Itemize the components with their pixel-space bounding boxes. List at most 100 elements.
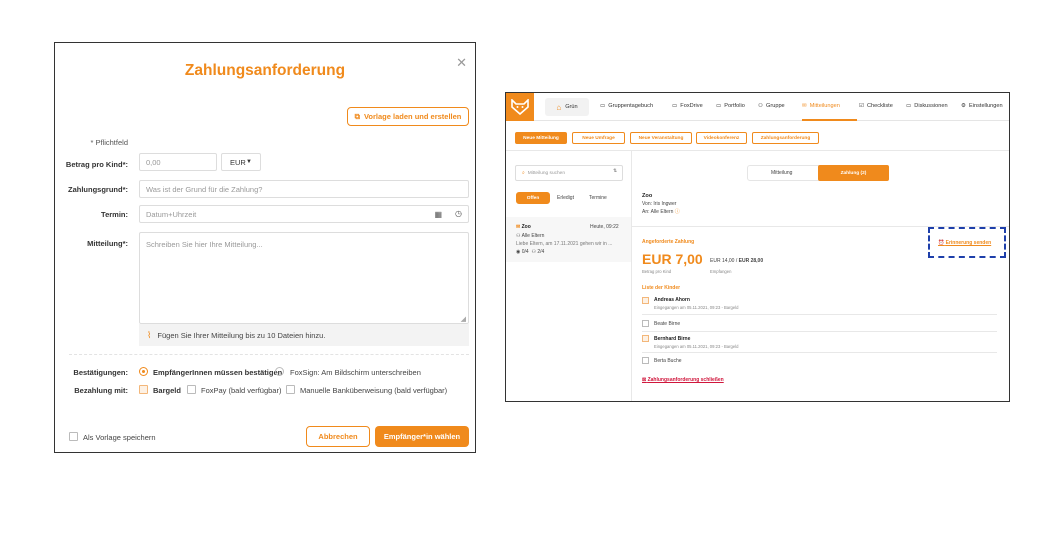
eye-icon: ◉ bbox=[516, 249, 521, 255]
nav-item-settings[interactable]: ⚙ Einstellungen bbox=[961, 103, 1003, 109]
payment-request-button[interactable]: Zahlungsanforderung bbox=[752, 132, 819, 144]
received-total: EUR 14,00 / EUR 28,00 bbox=[710, 258, 764, 264]
required-note: * Pflichtfeld bbox=[90, 138, 128, 147]
payment-method-label: Bezahlung mit: bbox=[74, 386, 128, 395]
divider bbox=[506, 150, 1009, 151]
list-item-title: ✉ Zoo bbox=[516, 224, 531, 230]
reason-label: Zahlungsgrund*: bbox=[68, 185, 128, 194]
video-conference-button[interactable]: Videokonferenz bbox=[696, 132, 747, 144]
home-icon: ⌂ bbox=[556, 102, 562, 112]
child-checkbox[interactable] bbox=[642, 335, 649, 342]
filter-icon[interactable]: ⇅ bbox=[613, 169, 617, 174]
confirm-recipients-radio[interactable] bbox=[139, 367, 148, 376]
child-sub: Eingegangen am 05.11.2021, 09:23 - Barge… bbox=[654, 344, 739, 349]
list-item-preview: Liebe Eltern, am 17.11.2021 gehen wir in… bbox=[516, 241, 613, 247]
nav-item-messages[interactable]: ✉ Mitteilungen bbox=[802, 103, 840, 109]
nav-item-diary[interactable]: ▭ Gruppentagebuch bbox=[600, 103, 653, 109]
message-search-input[interactable]: ⌕ Mitteilung suchen ⇅ bbox=[515, 165, 623, 181]
child-name: Andreas Ahorn bbox=[654, 297, 690, 303]
amount-label: Betrag pro Kind*: bbox=[65, 160, 128, 169]
load-template-button[interactable]: ⧉ Vorlage laden und erstellen bbox=[347, 107, 469, 126]
child-sub: Eingegangen am 05.11.2021, 09:23 - Barge… bbox=[654, 305, 739, 310]
nav-item-discussions[interactable]: ▭ Diskussionen bbox=[906, 103, 948, 109]
active-tab-indicator bbox=[802, 119, 857, 121]
date-input[interactable]: Datum+Uhrzeit ▦ ◷ bbox=[139, 205, 469, 223]
nav-item-group[interactable]: ⚇ Gruppe bbox=[758, 103, 785, 109]
close-box-icon: ⊠ bbox=[642, 377, 647, 383]
clock-icon[interactable]: ◷ bbox=[455, 209, 462, 218]
calendar-icon[interactable]: ▦ bbox=[434, 210, 442, 219]
bank-transfer-checkbox[interactable] bbox=[286, 385, 295, 394]
cash-checkbox[interactable] bbox=[139, 385, 148, 394]
payment-request-dialog: Zahlungsanforderung ✕ ⧉ Vorlage laden un… bbox=[54, 42, 476, 453]
amount-sub: Betrag pro Kind bbox=[642, 269, 672, 274]
resize-handle-icon[interactable]: ◢ bbox=[461, 315, 466, 323]
message-textarea[interactable]: Schreiben Sie hier Ihre Mitteilung... ◢ bbox=[139, 232, 469, 324]
chat-icon: ▭ bbox=[906, 103, 912, 109]
envelope-icon: ✉ bbox=[516, 224, 521, 230]
detail-to: An: Alle Eltern ⓘ bbox=[642, 209, 680, 215]
filter-open-tab[interactable]: Offen bbox=[516, 192, 550, 204]
foxsign-radio[interactable] bbox=[275, 367, 284, 376]
toggle-message[interactable]: Mitteilung bbox=[771, 170, 792, 176]
divider bbox=[642, 331, 997, 332]
filter-done-tab[interactable]: Erledigt bbox=[557, 195, 574, 201]
alarm-clock-icon: ⏰ bbox=[938, 240, 945, 246]
close-icon[interactable]: ✕ bbox=[456, 55, 467, 71]
child-checkbox[interactable] bbox=[642, 357, 649, 364]
children-heading: Liste der Kinder bbox=[642, 285, 681, 291]
choose-recipient-button[interactable]: Empfänger*in wählen bbox=[375, 426, 469, 447]
paperclip-icon: ⌇ bbox=[147, 329, 152, 340]
user-check-icon: ⚇ bbox=[531, 249, 536, 255]
list-item-stats: ◉ 0/4 ⚇ 2/4 bbox=[516, 249, 545, 255]
confirm-option-1: EmpfängerInnen müssen bestätigen bbox=[153, 368, 283, 377]
portfolio-icon: ▭ bbox=[716, 103, 722, 109]
app-window: ⌂ Grün ▭ Gruppentagebuch ▭ FoxDrive ▭ Portf… bbox=[505, 92, 1010, 402]
confirm-label: Bestätigungen: bbox=[73, 368, 128, 377]
list-item-time: Heute, 09:22 bbox=[590, 224, 619, 230]
checklist-icon: ☑ bbox=[859, 103, 865, 109]
child-checkbox[interactable] bbox=[642, 320, 649, 327]
filter-dates-tab[interactable]: Termine bbox=[589, 195, 607, 201]
new-message-button[interactable]: Neue Mitteilung bbox=[515, 132, 567, 144]
amount-per-child: EUR 7,00 bbox=[642, 251, 703, 267]
fox-logo-icon[interactable] bbox=[506, 93, 534, 121]
message-label: Mitteilung*: bbox=[87, 239, 128, 248]
save-template-checkbox[interactable] bbox=[69, 432, 78, 441]
send-reminder-link[interactable]: ⏰ Erinnerung senden bbox=[938, 240, 991, 246]
book-icon: ▭ bbox=[600, 103, 606, 109]
currency-select[interactable]: EUR ▼ bbox=[221, 153, 261, 171]
attach-files-area[interactable]: ⌇ Fügen Sie Ihrer Mitteilung bis zu 10 D… bbox=[139, 324, 469, 346]
close-payment-request-link[interactable]: ⊠ Zahlungsanforderung schließen bbox=[642, 377, 724, 383]
people-icon: ⚇ bbox=[758, 103, 764, 109]
foxpay-checkbox[interactable] bbox=[187, 385, 196, 394]
template-icon: ⧉ bbox=[354, 111, 360, 121]
reason-input[interactable]: Was ist der Grund für die Zahlung? bbox=[139, 180, 469, 198]
gear-icon: ⚙ bbox=[961, 103, 967, 109]
amount-input[interactable]: 0,00 bbox=[139, 153, 217, 171]
date-label: Termin: bbox=[101, 210, 128, 219]
child-name: Berta Buche bbox=[654, 358, 682, 364]
detail-from: Von: Iris Ingwer bbox=[642, 201, 677, 207]
nav-item-portfolio[interactable]: ▭ Portfolio bbox=[716, 103, 745, 109]
nav-home-group[interactable]: ⌂ Grün bbox=[545, 98, 589, 116]
search-icon: ⌕ bbox=[522, 171, 525, 176]
toggle-payment[interactable]: Zahlung (2) bbox=[818, 165, 889, 181]
child-checkbox[interactable] bbox=[642, 297, 649, 304]
child-name: Bernhard Birne bbox=[654, 336, 691, 342]
confirm-option-2: FoxSign: Am Bildschirm unterschreiben bbox=[290, 368, 421, 377]
pay-option-1: Bargeld bbox=[153, 386, 181, 395]
child-name: Beate Birne bbox=[654, 321, 681, 327]
divider bbox=[69, 354, 469, 355]
folder-icon: ▭ bbox=[672, 103, 678, 109]
info-icon[interactable]: ⓘ bbox=[675, 209, 680, 215]
caret-down-icon: ▼ bbox=[246, 159, 252, 165]
pay-option-2: FoxPay (bald verfügbar) bbox=[201, 386, 282, 395]
new-poll-button[interactable]: Neue Umfrage bbox=[572, 132, 625, 144]
top-navigation: ⌂ Grün ▭ Gruppentagebuch ▭ FoxDrive ▭ Portf… bbox=[506, 93, 1009, 121]
nav-item-checklist[interactable]: ☑ Checkliste bbox=[859, 103, 893, 109]
cancel-button[interactable]: Abbrechen bbox=[306, 426, 370, 447]
nav-item-foxdrive[interactable]: ▭ FoxDrive bbox=[672, 103, 703, 109]
payment-heading: Angeforderte Zahlung bbox=[642, 239, 695, 245]
new-event-button[interactable]: Neue Veranstaltung bbox=[630, 132, 692, 144]
